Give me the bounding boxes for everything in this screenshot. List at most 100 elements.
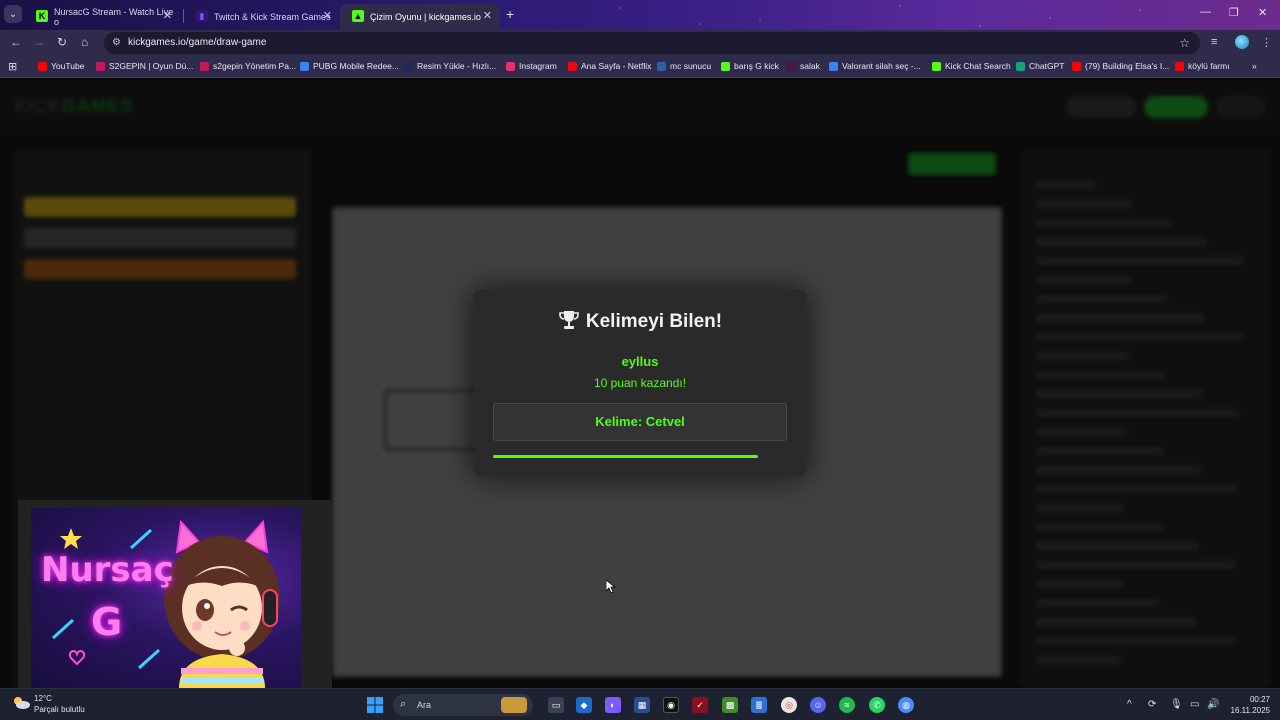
store-icon[interactable]: ▦ — [634, 697, 650, 713]
streamer-avatar-art: Nursaç G — [31, 508, 301, 688]
notepad-icon[interactable]: ≣ — [751, 697, 767, 713]
modal-title: Kelimeyi Bilen! — [474, 310, 806, 333]
address-bar[interactable]: ⚙ kickgames.io/game/draw-game ☆ — [104, 32, 1200, 54]
tab-title: Çizim Oyunu | kickgames.io — [370, 12, 481, 22]
bookmark-item[interactable]: mc sunucu — [657, 61, 711, 71]
close-icon[interactable]: ✕ — [323, 9, 332, 22]
chat-message-line — [1036, 314, 1205, 322]
bookmark-item[interactable]: (79) Building Elsa's I... — [1072, 61, 1169, 71]
app-red-icon[interactable]: ✓ — [692, 697, 708, 713]
bookmark-item[interactable]: köylü farmı — [1175, 61, 1230, 71]
obs-icon[interactable]: ◉ — [663, 697, 679, 713]
url-text[interactable]: kickgames.io/game/draw-game — [128, 37, 266, 48]
profile-avatar[interactable] — [1235, 35, 1249, 49]
apps-grid-icon[interactable]: ⊞ — [8, 60, 17, 73]
tab-cizim-oyunu[interactable]: ▲ Çizim Oyunu | kickgames.io ✕ — [340, 4, 500, 30]
chevron-down-icon: ⌄ — [8, 8, 18, 20]
bookmark-item[interactable]: s2gepin Yönetim Pa... — [200, 61, 296, 71]
bookmark-label: barış G kick — [734, 61, 779, 71]
chrome-icon[interactable]: ◎ — [781, 697, 797, 713]
header-button[interactable] — [1066, 96, 1136, 118]
chat-message-line — [1036, 371, 1166, 379]
restore-icon[interactable]: ❐ — [1229, 6, 1239, 19]
bookmark-item[interactable]: Ana Sayfa - Netflix — [568, 61, 651, 71]
whatsapp-icon[interactable]: ✆ — [869, 697, 885, 713]
reload-icon[interactable]: ↻ — [57, 35, 67, 49]
discord-icon[interactable]: ☺ — [810, 697, 826, 713]
weather-widget[interactable]: 12°C Parçalı bulutlu — [12, 693, 85, 715]
system-clock[interactable]: 00:27 16.11.2025 — [1228, 694, 1270, 716]
bookmark-label: Kick Chat Search — [945, 61, 1011, 71]
minecraft-icon[interactable]: ▩ — [722, 697, 738, 713]
chat-message-line — [1036, 257, 1244, 265]
trophy-icon — [559, 311, 579, 329]
back-arrow-icon[interactable]: ← — [10, 35, 22, 49]
bookmark-item[interactable]: Kick Chat Search — [932, 61, 1011, 71]
widgets-icon[interactable]: ◆ — [576, 697, 592, 713]
minimize-icon[interactable]: — — [1200, 6, 1211, 18]
chat-message-line — [1036, 447, 1164, 455]
tab-twitch-kick-games[interactable]: ▮ Twitch & Kick Stream Games ✕ — [184, 4, 340, 30]
bookmark-label: mc sunucu — [670, 61, 712, 71]
twitch-icon: ▮ — [196, 10, 208, 22]
tab-nursacg-stream[interactable]: K NursacG Stream - Watch Live o ✕ — [24, 4, 180, 30]
bookmark-item[interactable]: Valorant silah seç -... — [829, 61, 921, 71]
window-close-icon[interactable]: ✕ — [1258, 6, 1267, 19]
bookmark-item[interactable]: Instagram — [506, 61, 557, 71]
bookmark-item[interactable]: barış G kick — [721, 61, 779, 71]
bookmark-item[interactable]: salak — [787, 61, 820, 71]
header-button-2[interactable] — [1216, 96, 1266, 118]
countdown-progress-bar — [493, 455, 758, 458]
chat-message-line — [1036, 352, 1129, 360]
close-icon[interactable]: ✕ — [483, 9, 492, 22]
microphone-icon[interactable]: 🎙 — [1170, 699, 1183, 710]
tab-title: Twitch & Kick Stream Games — [214, 12, 331, 22]
site-logo: KICKGAMES — [14, 96, 134, 116]
taskbar-search[interactable]: ⌕ Ara — [393, 694, 533, 716]
bookmark-item[interactable]: YouTube — [38, 61, 84, 71]
bookmark-label: YouTube — [51, 61, 85, 71]
winner-username: eyllus — [621, 354, 659, 369]
bookmark-item[interactable]: ChatGPT — [1016, 61, 1064, 71]
bookmark-label: Ana Sayfa - Netflix — [581, 61, 652, 71]
bookmark-item[interactable]: Resim Yükle - Hızlı... — [404, 61, 496, 71]
instagram-icon — [506, 61, 515, 71]
canvas-action-button[interactable] — [908, 153, 996, 175]
browser-toolbar: ← → ↻ ⌂ ⚙ kickgames.io/game/draw-game ☆ … — [0, 30, 1280, 56]
chat-message-line — [1036, 428, 1127, 436]
home-icon[interactable]: ⌂ — [81, 35, 88, 49]
task-view-icon[interactable]: ▭ — [548, 697, 564, 713]
bookmark-star-icon[interactable]: ☆ — [1179, 36, 1190, 50]
points-earned: 10 puan kazandı! — [593, 376, 687, 390]
volume-icon[interactable]: 🔊 — [1207, 699, 1219, 710]
media-controls-icon[interactable]: ≡ — [1211, 36, 1217, 48]
spotify-icon[interactable]: ≈ — [839, 697, 855, 713]
site-header: KICKGAMES — [0, 79, 1280, 135]
youtube-icon — [38, 61, 47, 71]
new-tab-plus-icon[interactable]: + — [506, 6, 514, 22]
chat-message-line — [1036, 580, 1123, 588]
header-green-button[interactable] — [1144, 96, 1208, 118]
network-icon[interactable]: ▭ — [1190, 699, 1199, 710]
windows-start-icon[interactable] — [367, 697, 383, 713]
close-icon[interactable]: ✕ — [163, 9, 172, 22]
sync-icon[interactable]: ⟳ — [1148, 699, 1156, 710]
chat-message-line — [1036, 618, 1197, 626]
tab-search-button[interactable]: ⌄ — [4, 5, 22, 23]
more-bookmarks-icon[interactable]: » — [1252, 61, 1257, 71]
bookmark-item[interactable]: PUBG Mobile Redee... — [300, 61, 399, 71]
chrome-profile-icon[interactable]: ◍ — [898, 697, 914, 713]
chat-message-line — [1036, 219, 1170, 227]
chatgpt-icon — [1016, 61, 1025, 71]
modal-title-text: Kelimeyi Bilen! — [585, 311, 723, 332]
copilot-icon[interactable]: ◐ — [605, 697, 621, 713]
forward-arrow-icon[interactable]: → — [33, 35, 45, 49]
bookmark-item[interactable]: S2GEPIN | Oyun Dü... — [96, 61, 193, 71]
site-settings-icon[interactable]: ⚙ — [112, 37, 121, 48]
tray-chevron-icon[interactable]: ^ — [1127, 699, 1132, 710]
player-row — [24, 228, 296, 248]
chat-message-line — [1036, 295, 1168, 303]
chat-message-line — [1036, 504, 1125, 512]
weather-description: Parçalı bulutlu — [34, 705, 85, 714]
kebab-menu-icon[interactable]: ⋮ — [1261, 36, 1272, 49]
